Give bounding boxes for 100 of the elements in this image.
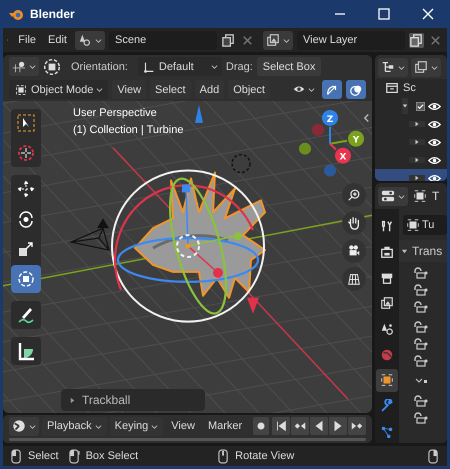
snap-icon[interactable] [12,60,26,74]
orientation-dropdown[interactable]: Default [138,57,222,76]
clock-icon[interactable] [12,419,26,433]
cone-sphere-icon[interactable] [380,322,394,336]
view-layer-dropdown[interactable] [411,58,441,76]
caret-icon[interactable] [95,36,102,44]
editor-type-dropdown[interactable] [9,416,39,436]
menu-item[interactable]: View [166,416,200,436]
view-layer-name-field[interactable]: View Layer [297,30,405,50]
caret-icon[interactable] [29,63,36,70]
expand-arrow-icon[interactable] [69,396,76,404]
turbine-drawing[interactable] [134,172,266,299]
object-icon[interactable] [14,82,28,96]
zoom-icon[interactable] [347,188,361,202]
drag-mode-button[interactable]: Select Box [256,57,322,76]
collapse-chevron-icon[interactable] [363,113,370,123]
select-box-icon[interactable] [16,113,36,133]
axis-handle[interactable]: Z [322,110,338,126]
hand-icon[interactable] [347,216,361,230]
caret-icon[interactable] [398,192,405,200]
editor-type-dropdown[interactable] [378,186,408,206]
scene-selector-button[interactable] [75,30,105,50]
tool-icon[interactable] [380,219,394,234]
lock-icon[interactable] [413,284,429,296]
object-name-field[interactable]: Tu [403,215,447,235]
axis-handle[interactable] [312,124,324,136]
perspective-toggle-button[interactable] [342,267,366,291]
image-stack-icon[interactable] [266,33,280,47]
lock-icon[interactable] [413,338,429,350]
scene-name-field[interactable]: Scene [109,30,217,50]
grid-icon[interactable] [347,272,361,286]
axis-handle[interactable] [324,164,336,177]
image-stack-icon[interactable] [380,296,394,310]
particles-icon[interactable] [380,424,394,439]
caret-icon[interactable] [94,422,102,430]
caret-icon[interactable] [96,86,104,93]
menu-item[interactable]: Add [194,80,224,99]
snap-dropdown[interactable] [9,57,39,76]
cursor-icon[interactable] [16,143,36,163]
overlay-icon[interactable] [349,82,363,96]
gizmo-toggle[interactable] [322,80,342,99]
pivot-icon[interactable] [43,58,61,76]
caret-icon[interactable] [398,64,405,70]
axis-handle[interactable]: X [335,148,351,164]
tool-button[interactable] [11,337,41,365]
object-icon[interactable] [380,373,394,388]
globe-icon[interactable] [380,348,394,362]
camera-icon[interactable] [347,244,361,258]
transform-gizmo-drawing[interactable] [111,170,265,323]
axes-icon[interactable] [142,60,156,74]
checkbox[interactable] [416,102,425,110]
tool-button[interactable] [11,265,41,293]
caret-icon[interactable] [308,86,315,93]
overlay-toggle[interactable] [346,80,366,99]
transform-icon[interactable] [16,269,36,289]
panel-header[interactable]: Trans [399,240,447,262]
object-icon[interactable] [406,218,420,232]
copy-icon[interactable] [409,32,424,48]
lock-icon[interactable] [413,321,429,333]
cone-sphere-icon[interactable] [78,33,92,47]
pan-button[interactable] [342,211,366,235]
image-stack-icon[interactable] [414,60,428,74]
lock-icon[interactable] [413,395,429,407]
menu-item[interactable]: Select [150,80,191,99]
expand-arrow-icon[interactable] [401,248,408,254]
mode-dropdown[interactable]: Object Mode [9,80,108,99]
copy-icon[interactable] [221,32,236,48]
menu-item[interactable]: View [112,80,146,99]
axis-handle[interactable] [299,142,311,155]
lock-icon[interactable] [413,412,429,424]
maximize-icon[interactable] [378,8,390,20]
tool-button[interactable] [11,301,41,329]
camera-icon[interactable] [380,245,394,259]
menu-item[interactable]: Marker [202,416,248,436]
menu-item[interactable]: Object [228,80,270,99]
menu-item[interactable]: Keying [110,416,164,436]
printer-icon[interactable] [380,270,394,285]
caret-icon[interactable] [431,64,438,70]
move-icon[interactable] [16,179,36,199]
menu-item[interactable]: File [14,34,40,46]
ruler-icon[interactable] [16,341,36,361]
pencil-icon[interactable] [16,305,36,325]
lock-icon[interactable] [413,267,429,279]
outliner-icon[interactable] [381,60,395,74]
wrench-icon[interactable] [380,399,394,414]
close-icon[interactable] [422,8,434,20]
last-operator-panel[interactable]: Trackball [61,389,205,411]
caret-icon[interactable] [151,422,158,430]
caret-icon[interactable] [283,36,290,44]
view-layer-selector-button[interactable] [263,30,293,50]
display-mode-dropdown[interactable] [378,58,408,76]
caret-icon[interactable] [210,63,218,70]
lock-icon[interactable] [413,301,429,313]
lock-icon[interactable] [413,355,429,367]
menu-item[interactable]: Playback [42,416,107,436]
menu-item[interactable]: Edit [44,34,71,46]
zoom-button[interactable] [342,183,366,207]
scene-collection-label[interactable]: Sc [403,82,416,94]
object-tab[interactable] [376,369,398,392]
caret-icon[interactable] [29,422,36,430]
